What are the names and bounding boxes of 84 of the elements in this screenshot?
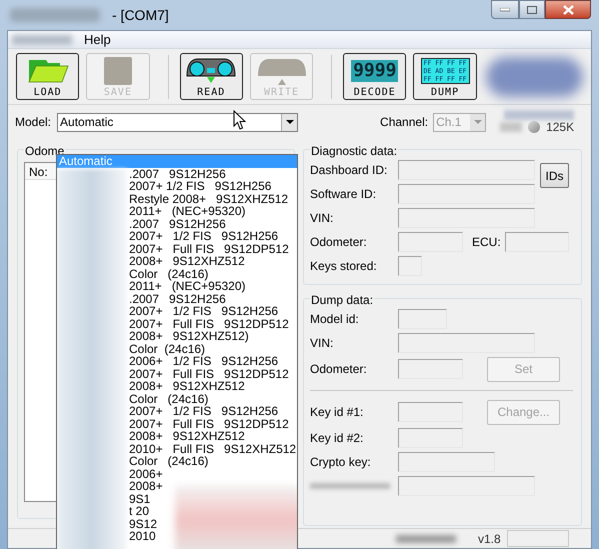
- maximize-button[interactable]: [519, 0, 545, 19]
- window-title: - [COM7]: [112, 6, 169, 25]
- ids-button[interactable]: IDs: [540, 163, 569, 188]
- dropdown-item[interactable]: 2007+ 1/2 FIS 9S12H256: [129, 230, 278, 242]
- blurred-region: [12, 34, 72, 44]
- input-field[interactable]: [398, 333, 536, 353]
- field-label: Software ID:: [310, 186, 378, 203]
- input-field[interactable]: [398, 359, 464, 379]
- blurred-region: [396, 534, 456, 542]
- model-combobox[interactable]: Automatic: [57, 112, 298, 132]
- input-field[interactable]: [398, 160, 536, 180]
- input-field[interactable]: [398, 184, 536, 204]
- input-field[interactable]: [398, 232, 464, 252]
- input-field[interactable]: [398, 476, 536, 496]
- blurred-region: [500, 122, 522, 132]
- dropdown-item[interactable]: 2008+ 9S12XHZ512: [129, 255, 245, 268]
- dropdown-item[interactable]: .2007 9S12H256: [129, 168, 226, 180]
- toolbar-button[interactable]: READ: [180, 53, 243, 100]
- column-header[interactable]: No:: [25, 163, 57, 180]
- caret-icon: [474, 120, 482, 124]
- blurred-region: [504, 110, 574, 120]
- dropdown-item[interactable]: t 20: [129, 505, 150, 518]
- field-label: Key id #2:: [310, 430, 364, 447]
- folder-icon: [26, 58, 70, 84]
- dropdown-item[interactable]: 2007+ Full FIS 9S12DP512: [129, 418, 289, 430]
- dropdown-item[interactable]: 2010: [129, 530, 156, 542]
- input-field[interactable]: [504, 232, 569, 252]
- dropdown-item[interactable]: 2008+ 9S12XHZ512): [129, 330, 249, 342]
- input-field[interactable]: [398, 428, 464, 448]
- field-label: Crypto key:: [310, 454, 372, 471]
- input-field[interactable]: [398, 256, 422, 276]
- dropdown-item[interactable]: 2007+ Full FIS 9S12DP512: [129, 318, 289, 330]
- field-label: Odometer:: [310, 361, 368, 378]
- menu-item[interactable]: Help: [80, 30, 115, 50]
- dropdown-item[interactable]: 2007+ 1/2 FIS 9S12H256: [129, 180, 272, 192]
- field-label: VIN:: [310, 335, 334, 352]
- dropdown-item[interactable]: 2007+ Full FIS 9S12DP512: [129, 242, 289, 255]
- dropdown-item[interactable]: .2007 9S12H256: [129, 218, 226, 230]
- mouse-pointer-icon: [233, 110, 246, 130]
- field-label: VIN:: [310, 210, 334, 227]
- input-field[interactable]: [398, 452, 496, 472]
- field-label: ECU:: [472, 234, 501, 251]
- field-label: Model id:: [310, 311, 360, 328]
- maximize-icon: [527, 6, 537, 14]
- field-label: Dashboard ID:: [310, 162, 388, 179]
- field-label: Key id #1:: [310, 404, 364, 421]
- dropdown-item[interactable]: 2007+ Full FIS 9S12DP512: [129, 368, 289, 380]
- dropdown-item[interactable]: Restyle 2008+ 9S12XHZ512: [129, 192, 288, 205]
- dropdown-item[interactable]: 2006+ 1/2 FIS 9S12H256: [129, 355, 278, 368]
- dropdown-button[interactable]: [281, 114, 298, 130]
- minimize-icon: [500, 8, 510, 12]
- field-label: Odometer:: [310, 234, 368, 251]
- dropdown-item[interactable]: 2010+ Full FIS 9S12XHZ512: [129, 442, 296, 455]
- dropdown-item[interactable]: .2007 9S12H256: [129, 292, 226, 305]
- dropdown-item[interactable]: Color (24c16): [129, 342, 206, 355]
- dropdown-item[interactable]: 2008+ 9S12XHZ512: [129, 380, 245, 392]
- dropdown-item[interactable]: 2008+: [129, 480, 163, 492]
- caret-icon: [286, 120, 294, 124]
- minimize-button[interactable]: [491, 0, 519, 19]
- model-label: Model:: [15, 114, 52, 131]
- field-label: Keys stored:: [310, 258, 378, 275]
- dropdown-item[interactable]: Color (24c16): [129, 392, 208, 405]
- input-field[interactable]: [398, 402, 464, 422]
- toolbar-button[interactable]: 9999 DECODE: [343, 53, 406, 100]
- digit-display: 9999: [351, 60, 398, 82]
- dropdown-item[interactable]: 9S1: [129, 492, 150, 505]
- toolbar-button[interactable]: LOAD: [16, 53, 80, 100]
- speed-reading: 125K: [546, 120, 574, 134]
- input-field[interactable]: [398, 309, 448, 329]
- dropdown-item[interactable]: 2011+ (NEC+95320): [129, 280, 246, 292]
- close-button[interactable]: [545, 0, 591, 19]
- channel-label: Channel:: [380, 114, 428, 131]
- dropdown-item[interactable]: Color (24c16): [129, 455, 208, 468]
- version-label: v1.8: [478, 530, 501, 548]
- dropdown-item[interactable]: 2007+ 1/2 FIS 9S12H256: [129, 305, 278, 318]
- input-field[interactable]: [398, 208, 536, 228]
- close-icon: [562, 4, 574, 14]
- dropdown-item[interactable]: 2007+ 1/2 FIS 9S12H256: [129, 405, 278, 418]
- dropdown-item[interactable]: 2011+ (NEC+95320): [129, 205, 246, 218]
- dropdown-item[interactable]: Color (24c16): [129, 268, 208, 280]
- status-led-icon: [528, 121, 540, 133]
- dropdown-item[interactable]: 2008+ 9S12XHZ512: [129, 430, 245, 442]
- dropdown-item[interactable]: 9S12: [129, 518, 158, 530]
- dropdown-item[interactable]: 2006+: [129, 468, 163, 480]
